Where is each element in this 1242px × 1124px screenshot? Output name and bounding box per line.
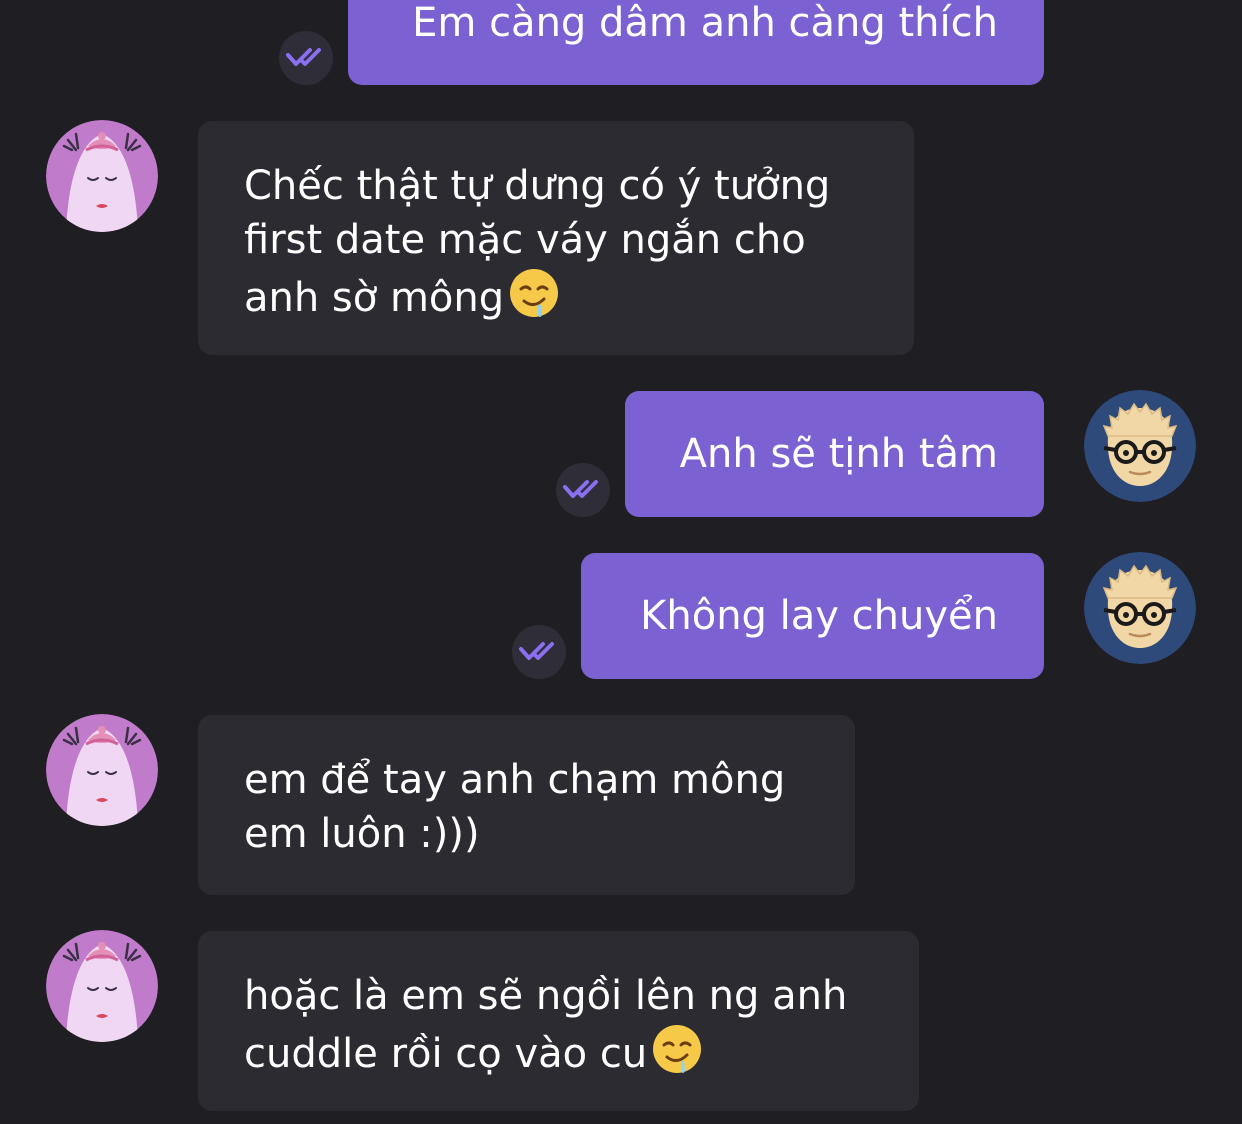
drooling-face-icon — [651, 1023, 703, 1075]
glasses-man-avatar[interactable] — [1084, 552, 1196, 664]
outgoing-message-bubble[interactable]: Anh sẽ tịnh tâm — [625, 391, 1044, 517]
incoming-message-bubble[interactable]: hoặc là em sẽ ngồi lên ng anh cuddle rồi… — [198, 931, 919, 1111]
double-check-icon — [279, 31, 333, 85]
pink-character-avatar[interactable] — [46, 714, 158, 826]
glasses-man-avatar[interactable] — [1084, 390, 1196, 502]
outgoing-message-bubble[interactable]: Em càng dâm anh càng thích — [348, 0, 1044, 85]
double-check-icon — [556, 463, 610, 517]
message-text: em để tay anh chạm mông em luôn :))) — [244, 757, 786, 857]
message-text: Em càng dâm anh càng thích — [412, 0, 998, 46]
chat-thread: Em càng dâm anh càng thích Chếc thật tự … — [0, 0, 1242, 1124]
drooling-face-icon — [508, 267, 560, 319]
outgoing-message-bubble[interactable]: Không lay chuyển — [581, 553, 1044, 679]
incoming-message-bubble[interactable]: Chếc thật tự dưng có ý tưởng first date … — [198, 121, 914, 355]
message-text: Anh sẽ tịnh tâm — [679, 431, 998, 477]
pink-character-avatar[interactable] — [46, 930, 158, 1042]
message-text: Không lay chuyển — [640, 593, 998, 639]
double-check-icon — [512, 625, 566, 679]
pink-character-avatar[interactable] — [46, 120, 158, 232]
message-text: hoặc là em sẽ ngồi lên ng anh cuddle rồi… — [244, 973, 848, 1077]
incoming-message-bubble[interactable]: em để tay anh chạm mông em luôn :))) — [198, 715, 855, 895]
